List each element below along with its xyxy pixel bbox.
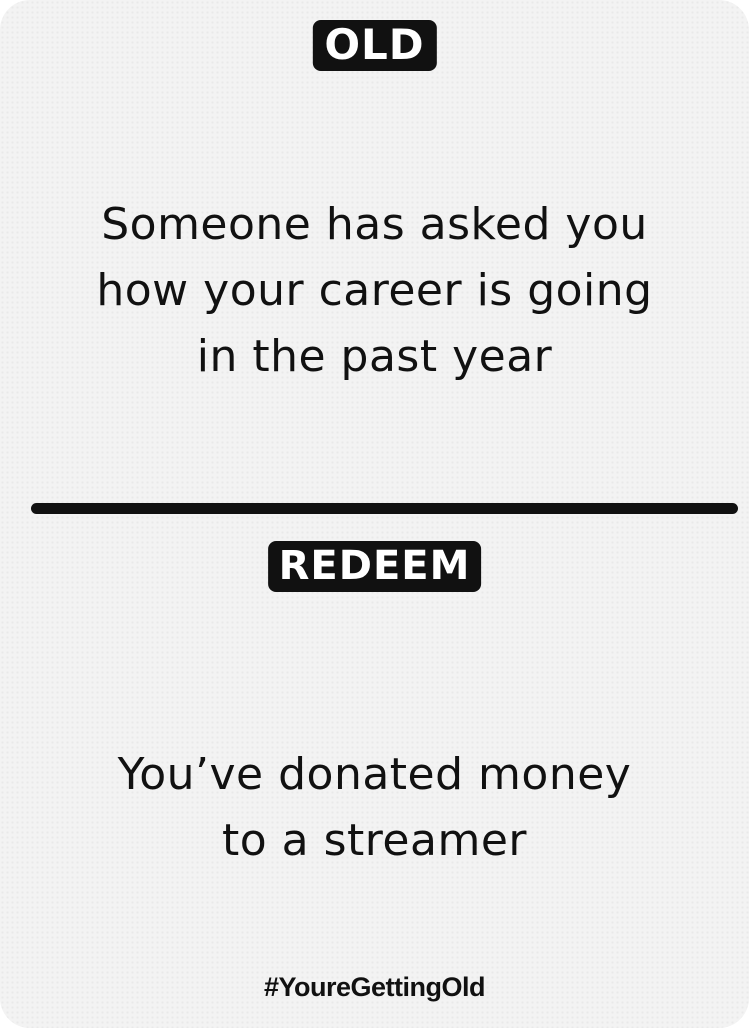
old-prompt: Someone has asked you how your career is…: [20, 192, 729, 390]
redeem-prompt-line: You’ve donated money: [117, 749, 632, 800]
old-badge: OLD: [312, 20, 437, 71]
redeem-badge: REDEEM: [267, 541, 482, 592]
old-prompt-line: Someone has asked you: [101, 199, 648, 250]
redeem-prompt: You’ve donated money to a streamer: [20, 742, 729, 874]
old-prompt-line: in the past year: [196, 331, 553, 382]
old-prompt-line: how your career is going: [96, 265, 653, 316]
hashtag-footer: #YoureGettingOld: [263, 972, 486, 1002]
section-divider: [31, 503, 738, 514]
game-card: OLD Someone has asked you how your caree…: [0, 0, 749, 1028]
redeem-prompt-line: to a streamer: [222, 815, 527, 866]
